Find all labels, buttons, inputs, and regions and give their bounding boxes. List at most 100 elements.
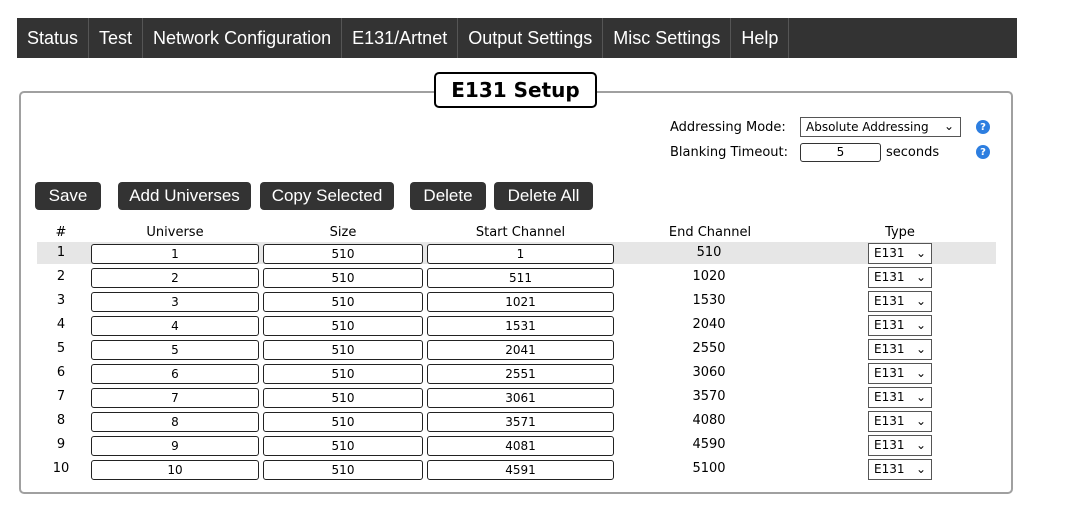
copy-selected-button[interactable]: Copy Selected [260,182,394,210]
nav-network-configuration[interactable]: Network Configuration [143,18,343,58]
size-input[interactable]: 510 [263,412,423,432]
start-channel-input[interactable]: 2041 [427,340,614,360]
universe-input[interactable]: 7 [91,388,259,408]
type-select[interactable]: E131 ⌄ [868,291,932,312]
blanking-timeout-help-icon[interactable]: ? [976,145,990,159]
size-input[interactable]: 510 [263,316,423,336]
type-select[interactable]: E131 ⌄ [868,459,932,480]
row-number: 5 [56,341,66,356]
start-channel-input[interactable]: 1021 [427,292,614,312]
chevron-down-icon: ⌄ [915,390,926,404]
type-select[interactable]: E131 ⌄ [868,387,932,408]
type-value: E131 [874,270,905,284]
end-channel-value: 4590 [692,437,726,452]
type-value: E131 [874,294,905,308]
type-value: E131 [874,246,905,260]
chevron-down-icon: ⌄ [943,119,954,133]
universe-input[interactable]: 8 [91,412,259,432]
universe-input[interactable]: 1 [91,244,259,264]
type-select[interactable]: E131 ⌄ [868,315,932,336]
type-select[interactable]: E131 ⌄ [868,363,932,384]
nav-status[interactable]: Status [17,18,90,58]
chevron-down-icon: ⌄ [915,366,926,380]
start-channel-input[interactable]: 4081 [427,436,614,456]
size-input[interactable]: 510 [263,292,423,312]
blanking-timeout-input[interactable]: 5 [800,143,881,162]
nav-test[interactable]: Test [89,18,144,58]
header-start-channel: Start Channel [475,225,566,240]
chevron-down-icon: ⌄ [915,294,926,308]
addressing-mode-help-icon[interactable]: ? [976,120,990,134]
nav-e131-artnet[interactable]: E131/Artnet [342,18,459,58]
delete-all-button[interactable]: Delete All [494,182,593,210]
type-select[interactable]: E131 ⌄ [868,435,932,456]
size-input[interactable]: 510 [263,388,423,408]
addressing-mode-select[interactable]: Absolute Addressing ⌄ [800,117,961,137]
panel-title: E131 Setup [434,72,597,108]
type-value: E131 [874,318,905,332]
end-channel-value: 1020 [692,269,726,284]
end-channel-value: 2550 [692,341,726,356]
delete-button[interactable]: Delete [410,182,486,210]
universe-input[interactable]: 5 [91,340,259,360]
type-select[interactable]: E131 ⌄ [868,267,932,288]
start-channel-input[interactable]: 2551 [427,364,614,384]
end-channel-value: 5100 [692,461,726,476]
universe-input[interactable]: 2 [91,268,259,288]
blanking-timeout-unit: seconds [886,145,940,160]
addressing-mode-label: Addressing Mode: [670,120,786,135]
type-value: E131 [874,438,905,452]
row-number: 6 [56,365,66,380]
start-channel-input[interactable]: 4591 [427,460,614,480]
type-value: E131 [874,366,905,380]
add-universes-button[interactable]: Add Universes [118,182,251,210]
size-input[interactable]: 510 [263,268,423,288]
save-button[interactable]: Save [35,182,101,210]
chevron-down-icon: ⌄ [915,438,926,452]
chevron-down-icon: ⌄ [915,462,926,476]
start-channel-input[interactable]: 1531 [427,316,614,336]
header-end-channel: End Channel [668,225,752,240]
size-input[interactable]: 510 [263,340,423,360]
chevron-down-icon: ⌄ [915,270,926,284]
type-value: E131 [874,390,905,404]
size-input[interactable]: 510 [263,364,423,384]
type-value: E131 [874,342,905,356]
start-channel-input[interactable]: 3571 [427,412,614,432]
size-input[interactable]: 510 [263,436,423,456]
type-select[interactable]: E131 ⌄ [868,339,932,360]
size-input[interactable]: 510 [263,244,423,264]
header-type: Type [885,225,915,240]
row-number: 1 [56,245,66,260]
nav-misc-settings[interactable]: Misc Settings [603,18,732,58]
universe-input[interactable]: 6 [91,364,259,384]
start-channel-input[interactable]: 3061 [427,388,614,408]
end-channel-value: 510 [696,245,722,260]
nav-output-settings[interactable]: Output Settings [458,18,604,58]
end-channel-value: 1530 [692,293,726,308]
row-number: 8 [56,413,66,428]
universe-input[interactable]: 4 [91,316,259,336]
start-channel-input[interactable]: 511 [427,268,614,288]
start-channel-input[interactable]: 1 [427,244,614,264]
chevron-down-icon: ⌄ [915,342,926,356]
universe-input[interactable]: 9 [91,436,259,456]
header-size: Size [329,225,357,240]
universe-input[interactable]: 10 [91,460,259,480]
type-select[interactable]: E131 ⌄ [868,243,932,264]
end-channel-value: 3060 [692,365,726,380]
type-select[interactable]: E131 ⌄ [868,411,932,432]
nav-help[interactable]: Help [731,18,790,58]
row-number: 3 [56,293,66,308]
row-number: 9 [56,437,66,452]
row-number: 4 [56,317,66,332]
addressing-mode-value: Absolute Addressing [806,120,929,134]
chevron-down-icon: ⌄ [915,318,926,332]
type-value: E131 [874,414,905,428]
size-input[interactable]: 510 [263,460,423,480]
chevron-down-icon: ⌄ [915,414,926,428]
row-number: 10 [52,461,70,476]
universe-input[interactable]: 3 [91,292,259,312]
type-value: E131 [874,462,905,476]
row-number: 7 [56,389,66,404]
